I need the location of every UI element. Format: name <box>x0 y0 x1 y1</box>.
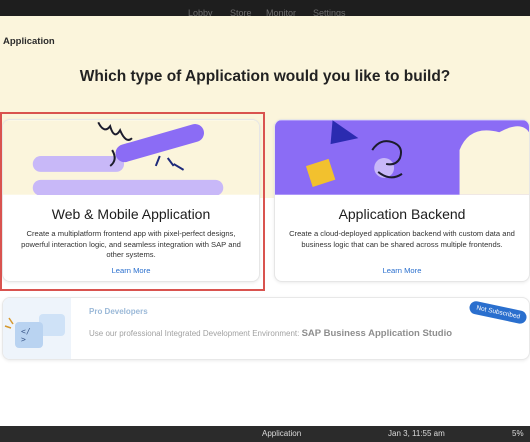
card-description: Create a cloud-deployed application back… <box>289 229 515 249</box>
top-nav: Lobby Store Monitor Settings <box>0 6 530 16</box>
card-title: Web & Mobile Application <box>51 206 211 222</box>
pro-description-text: Use our professional Integrated Developm… <box>89 329 300 338</box>
page-headline: Which type of Application would you like… <box>79 68 451 85</box>
taskbar-status: 5% <box>512 429 524 438</box>
learn-more-link[interactable]: Learn More <box>275 266 529 275</box>
backend-illustration <box>275 120 529 195</box>
web-mobile-app-card[interactable]: Web & Mobile Application Create a multip… <box>2 119 260 282</box>
product-name: SAP Business Application Studio <box>301 328 453 339</box>
web-mobile-illustration <box>3 120 259 195</box>
taskbar-app-name[interactable]: Application <box>262 429 301 438</box>
top-bar: Lobby Store Monitor Settings <box>0 0 530 16</box>
code-window-icon: </ > <box>3 298 71 359</box>
pro-developers-card[interactable]: </ > Pro Developers Use our professional… <box>2 297 530 360</box>
application-page: Application Which type of Application wo… <box>0 16 530 426</box>
nav-item-lobby[interactable]: Lobby <box>188 8 213 16</box>
svg-text:>: > <box>21 335 26 344</box>
taskbar: Application Jan 3, 11:55 am 5% <box>0 426 530 442</box>
nav-item-settings[interactable]: Settings <box>313 8 346 16</box>
page-title: Application <box>3 36 55 47</box>
learn-more-link[interactable]: Learn More <box>3 266 259 275</box>
not-subscribed-badge: Not Subscribed <box>468 300 529 325</box>
card-title: Application Backend <box>338 206 466 222</box>
nav-item-monitor[interactable]: Monitor <box>266 8 296 16</box>
nav-item-store[interactable]: Store <box>230 8 252 16</box>
taskbar-clock: Jan 3, 11:55 am <box>388 429 445 438</box>
pro-developers-description: Use our professional Integrated Developm… <box>89 328 452 339</box>
card-description: Create a multiplatform frontend app with… <box>21 229 241 260</box>
application-backend-card[interactable]: Application Backend Create a cloud-deplo… <box>274 119 530 282</box>
pro-developers-title: Pro Developers <box>89 307 148 316</box>
